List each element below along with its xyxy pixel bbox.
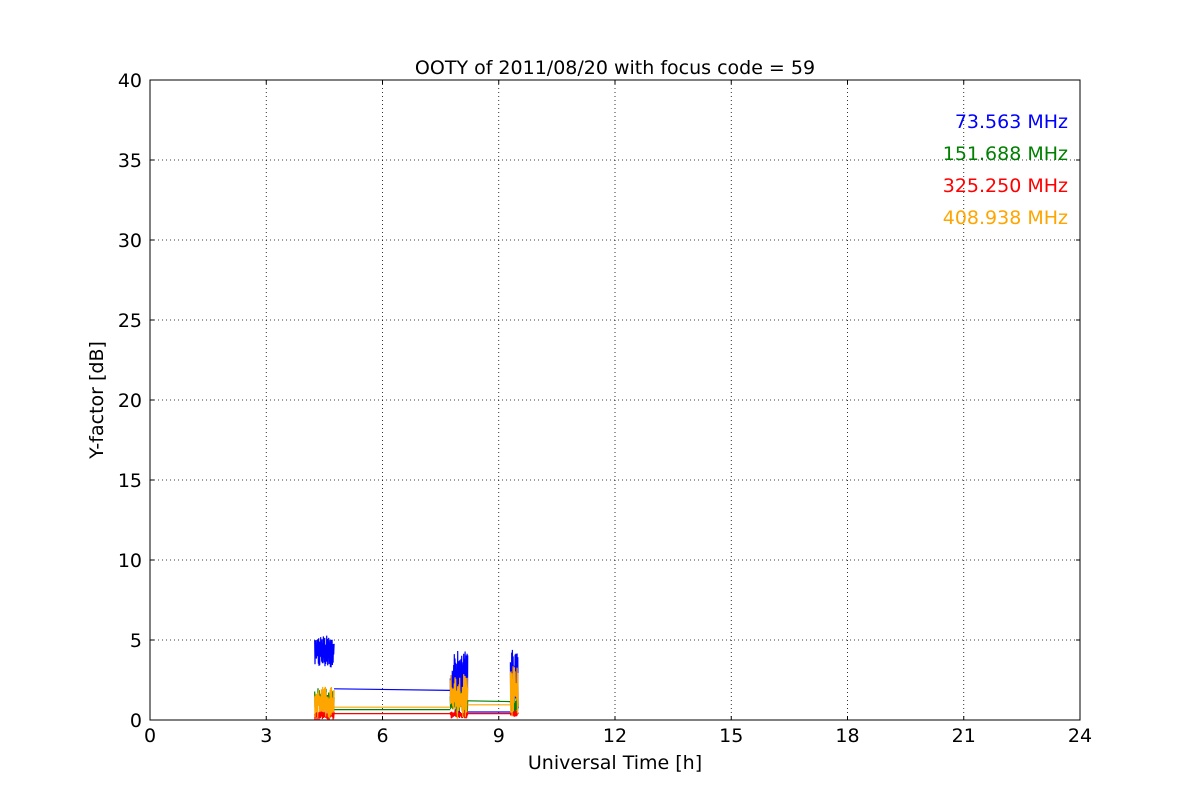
y-tick-label: 40	[118, 70, 142, 92]
x-tick-label: 18	[835, 725, 859, 747]
y-tick-label: 25	[118, 310, 142, 332]
y-tick-label: 10	[118, 550, 142, 572]
x-tick-label: 15	[719, 725, 743, 747]
x-tick-label: 12	[603, 725, 627, 747]
chart-title: OOTY of 2011/08/20 with focus code = 59	[415, 57, 815, 79]
x-tick-label: 24	[1068, 725, 1092, 747]
y-tick-label: 0	[130, 710, 142, 732]
y-tick-label: 30	[118, 230, 142, 252]
x-tick-label: 6	[376, 725, 388, 747]
x-tick-label: 0	[144, 725, 156, 747]
chart-svg: 0 3 6 9 12 15 18 21 24 0 5 10 15 20 25 30 35 40 OOTY of 2…	[0, 0, 1200, 800]
legend-item: 151.688 MHz	[943, 143, 1068, 165]
series-bridge	[467, 700, 511, 703]
y-tick-label: 15	[118, 470, 142, 492]
y-tick-label: 20	[118, 390, 142, 412]
y-tick-label: 5	[130, 630, 142, 652]
x-tick-label: 3	[260, 725, 272, 747]
y-axis-label: Y-factor [dB]	[86, 341, 108, 460]
x-tick-label: 9	[493, 725, 505, 747]
legend-item: 325.250 MHz	[943, 175, 1068, 197]
x-tick-label: 21	[952, 725, 976, 747]
chart: 0 3 6 9 12 15 18 21 24 0 5 10 15 20 25 30 35 40 OOTY of 2…	[0, 0, 1200, 800]
x-axis-label: Universal Time [h]	[528, 752, 702, 774]
y-tick-label: 35	[118, 150, 142, 172]
legend-item: 408.938 MHz	[943, 207, 1068, 229]
legend-item: 73.563 MHz	[955, 111, 1068, 133]
